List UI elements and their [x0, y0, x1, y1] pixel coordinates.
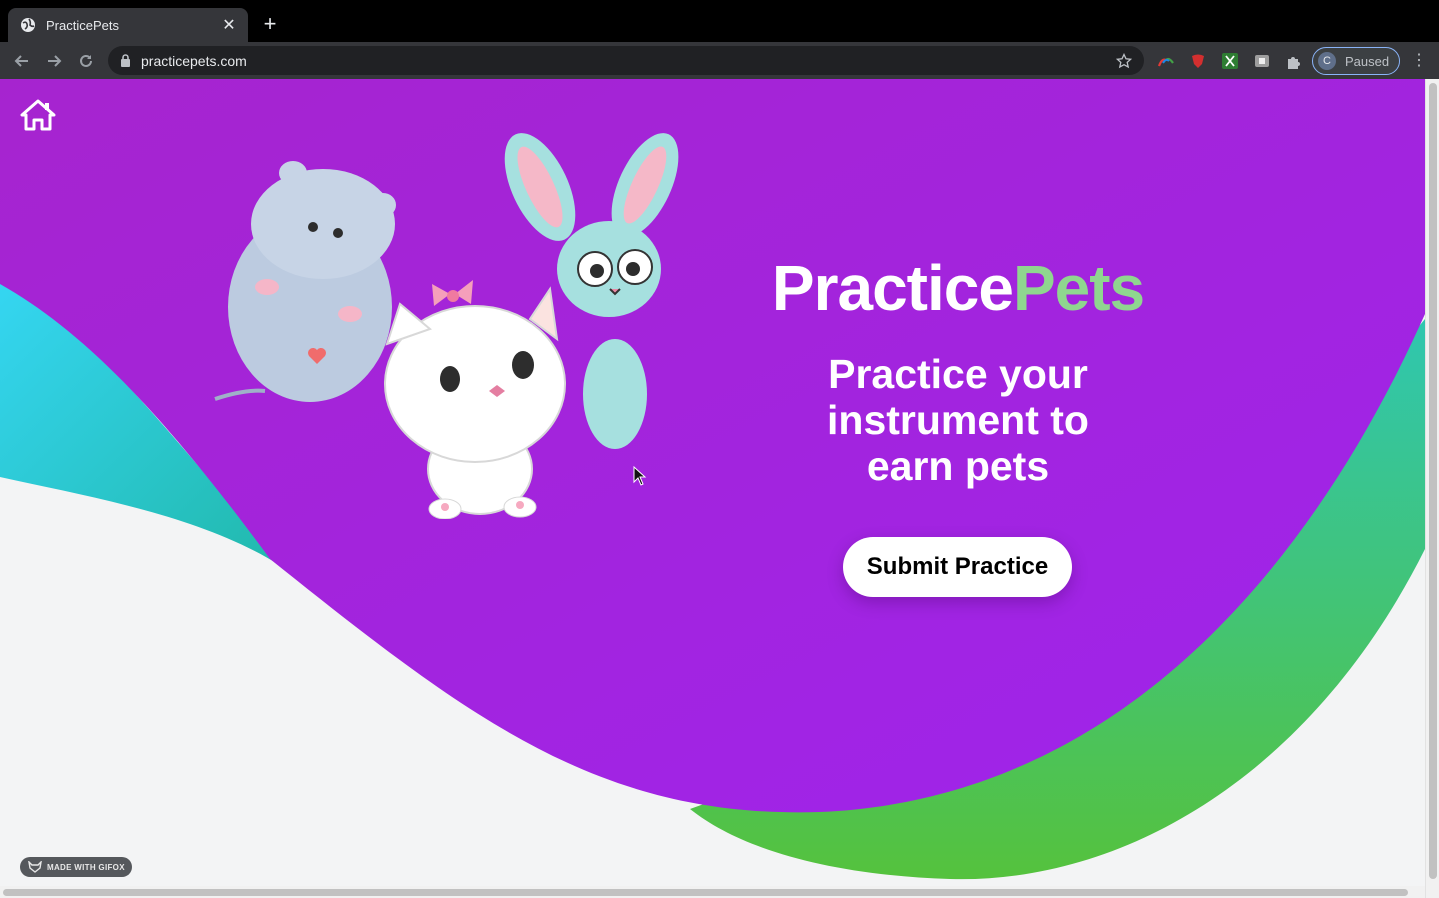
- star-icon[interactable]: [1116, 52, 1132, 69]
- arrow-left-icon: [14, 55, 28, 67]
- mouse-cursor-icon: [633, 466, 647, 486]
- fox-icon: [28, 861, 42, 873]
- page-viewport: PracticePets Practice your instrument to…: [0, 79, 1425, 886]
- tagline: Practice your instrument to earn pets: [827, 351, 1089, 489]
- browser-menu-icon[interactable]: ⋮: [1410, 51, 1428, 71]
- vertical-scrollbar-thumb[interactable]: [1429, 83, 1437, 879]
- extension-spreadsheet-icon[interactable]: [1220, 51, 1240, 71]
- brand-part-1: Practice: [771, 252, 1014, 324]
- home-icon[interactable]: [20, 99, 56, 131]
- watermark-text: MADE WITH GIFOX: [47, 862, 125, 872]
- reload-icon: [80, 54, 92, 67]
- new-tab-button[interactable]: +: [258, 12, 282, 36]
- submit-practice-button[interactable]: Submit Practice: [843, 537, 1072, 597]
- profile-status: Paused: [1345, 53, 1390, 69]
- url-text: practicepets.com: [141, 52, 247, 69]
- extension-red-icon[interactable]: [1188, 51, 1208, 71]
- avatar: C: [1318, 52, 1336, 70]
- lock-icon: [121, 54, 130, 67]
- back-button[interactable]: [11, 50, 33, 72]
- globe-icon: [20, 17, 36, 33]
- puzzle-icon[interactable]: [1284, 51, 1304, 71]
- reload-button[interactable]: [75, 50, 97, 72]
- address-bar[interactable]: practicepets.com: [108, 46, 1144, 75]
- pets-illustration: [214, 133, 679, 519]
- profile-button[interactable]: C Paused: [1312, 47, 1400, 75]
- horizontal-scrollbar-thumb[interactable]: [3, 889, 1408, 896]
- extension-box-icon[interactable]: [1252, 51, 1272, 71]
- gifox-watermark: MADE WITH GIFOX: [20, 857, 132, 877]
- extension-rainbow-icon[interactable]: [1156, 51, 1176, 71]
- arrow-right-icon: [48, 55, 62, 67]
- brand-part-2: Pets: [1012, 252, 1145, 324]
- hippo-illustration: [214, 161, 396, 402]
- forward-button[interactable]: [43, 50, 65, 72]
- tab-title: PracticePets: [46, 17, 119, 33]
- page-title: PracticePets: [700, 251, 1216, 325]
- horizontal-scrollbar[interactable]: [0, 886, 1425, 898]
- vertical-scrollbar[interactable]: [1425, 79, 1439, 898]
- kitten-illustration: [384, 280, 566, 519]
- browser-tab[interactable]: PracticePets ✕: [8, 8, 248, 42]
- browser-toolbar: practicepets.com C Paused ⋮: [0, 42, 1439, 79]
- browser-tab-bar: PracticePets ✕ +: [0, 0, 1439, 42]
- tab-close-icon[interactable]: ✕: [220, 15, 238, 35]
